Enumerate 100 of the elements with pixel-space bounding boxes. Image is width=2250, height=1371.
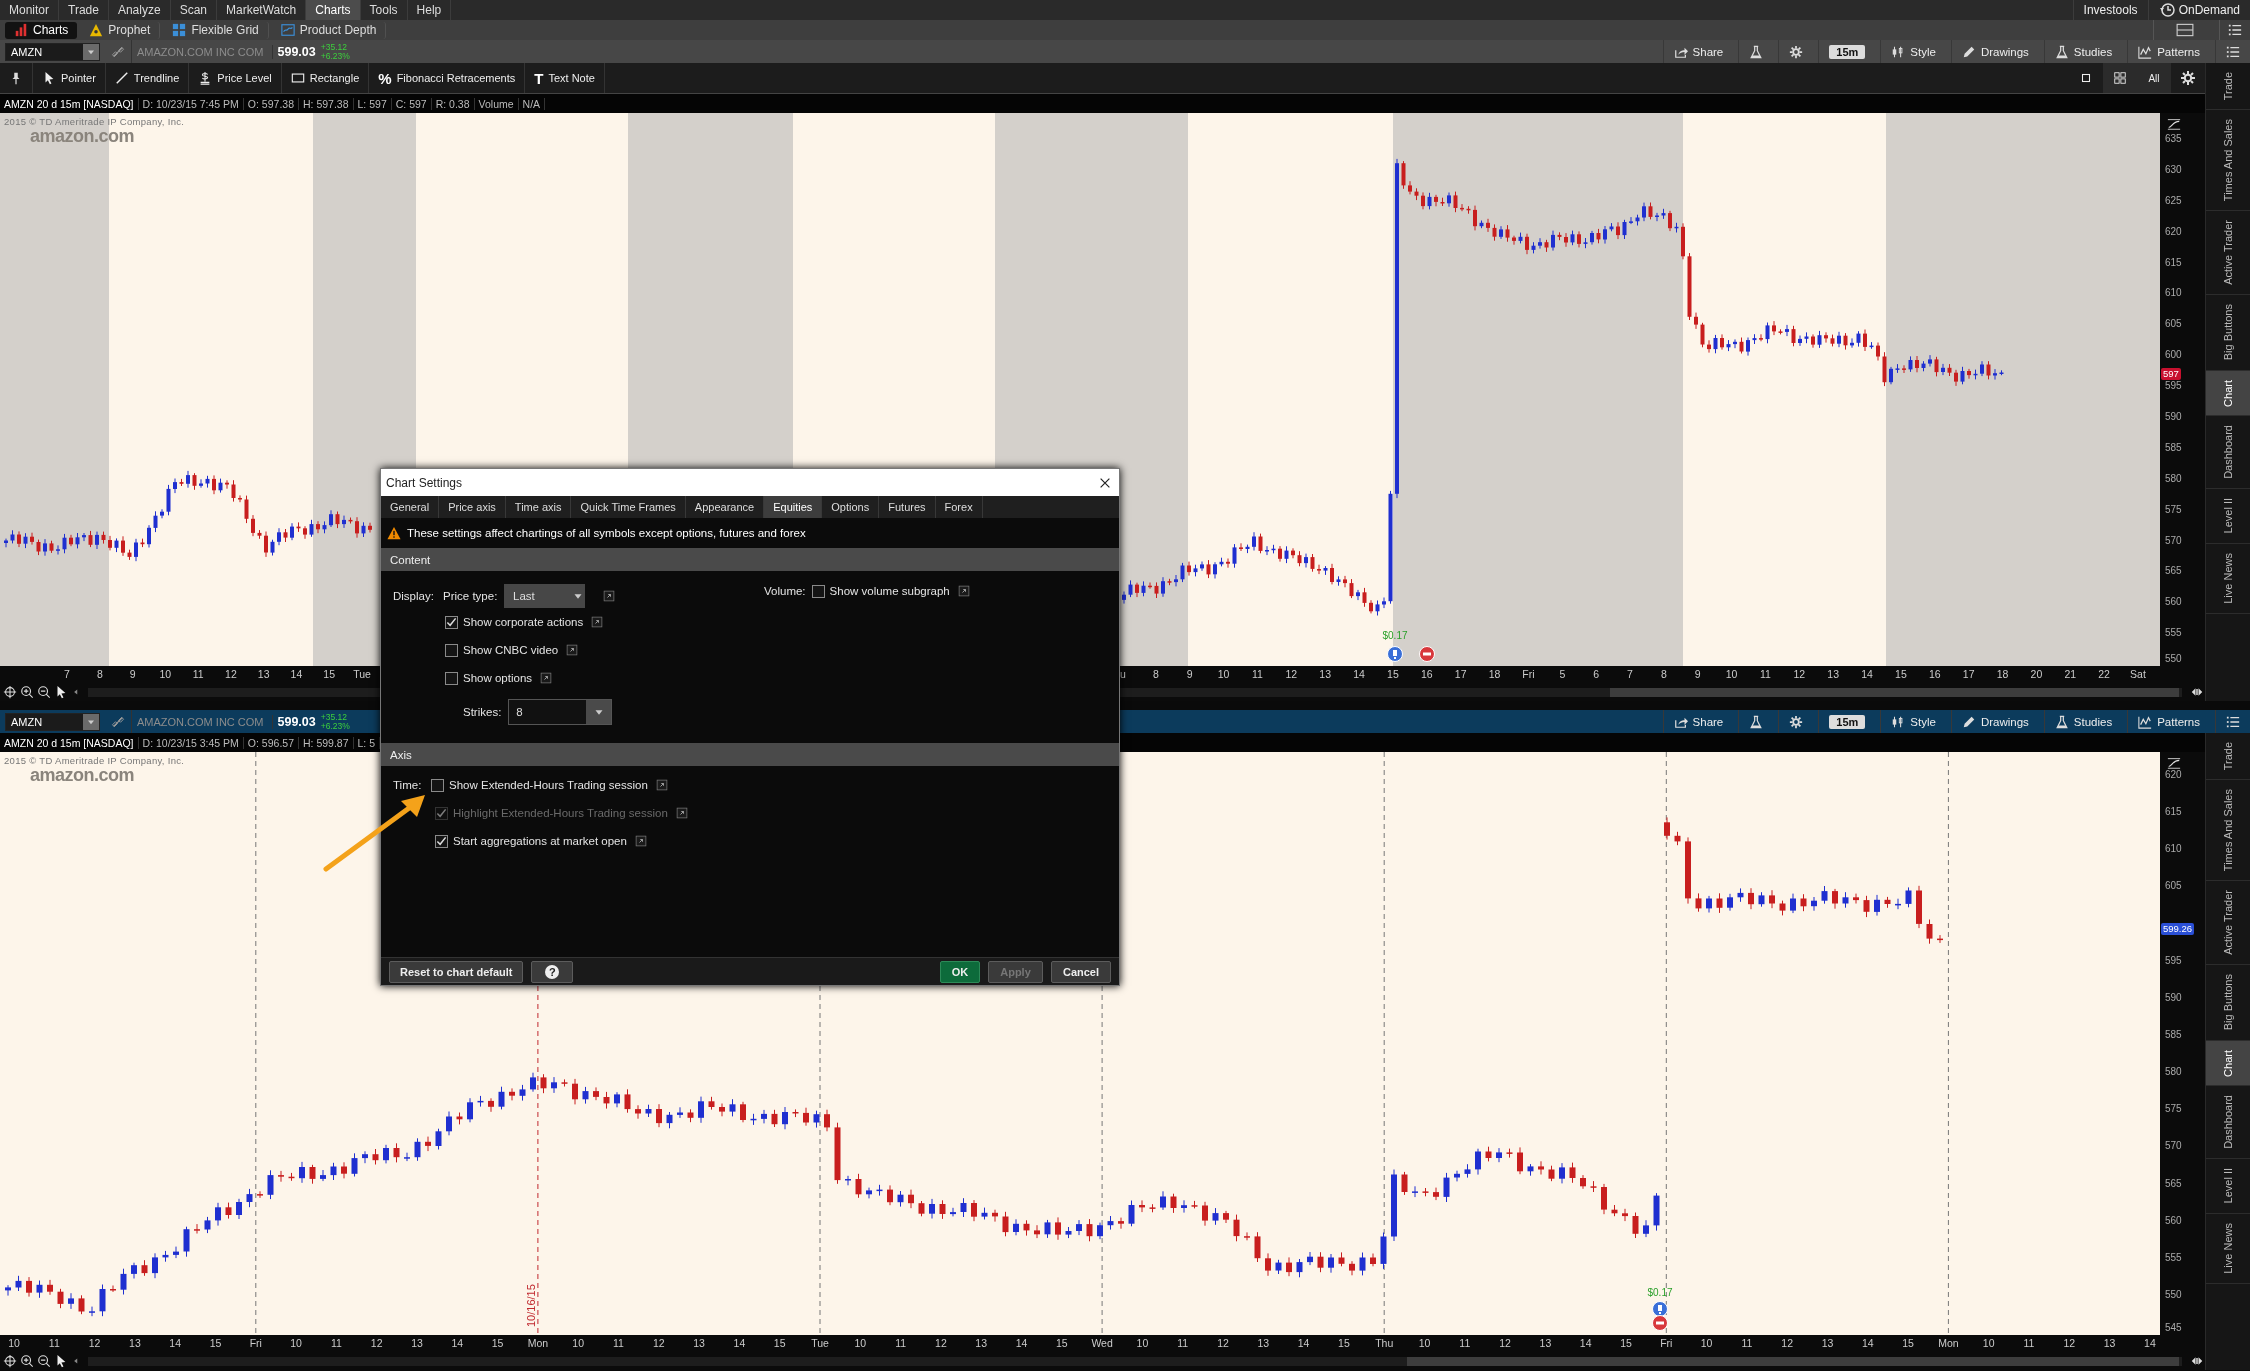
side-tab[interactable]: Level II <box>2206 489 2250 544</box>
tab[interactable]: Futures <box>879 496 936 518</box>
all-button[interactable]: All <box>2148 72 2160 84</box>
timeframe-button[interactable]: 15m <box>1829 44 1866 59</box>
timeframe-button[interactable]: 15m <box>1829 714 1866 729</box>
axis-label: 12 <box>935 1337 947 1349</box>
drawing-tool[interactable]: Rectangle <box>281 63 370 93</box>
axis-label: 16 <box>1420 668 1433 680</box>
side-tab[interactable]: Dashboard <box>2206 416 2250 490</box>
tab[interactable]: Options <box>822 496 880 518</box>
section-header: Content <box>381 548 1119 571</box>
side-tab[interactable]: Dashboard <box>2206 1086 2250 1160</box>
axis-label: Mon <box>1938 1337 1959 1349</box>
price-type-dropdown[interactable]: Last <box>504 584 585 608</box>
axis-label: 11 <box>48 1337 60 1349</box>
axis-label: 565 <box>2165 1177 2182 1190</box>
symbol-field[interactable]: AMZN <box>5 712 100 731</box>
axis-label: Fri <box>1522 668 1535 680</box>
axis-label: Sat <box>2130 668 2146 680</box>
tab[interactable]: Time axis <box>505 496 572 518</box>
tab[interactable]: General <box>381 496 440 518</box>
axis-label: 14 <box>1861 1337 1874 1349</box>
dividend-label: $0.17 <box>1382 630 1408 641</box>
info-field: H: 597.38 <box>299 97 354 110</box>
side-tab[interactable]: Times And Sales <box>2206 110 2250 212</box>
reset-button[interactable]: Reset to chart default <box>389 960 524 983</box>
drawing-tool[interactable]: Pointer <box>33 63 106 93</box>
side-tab[interactable]: Chart <box>2206 370 2250 417</box>
side-tab[interactable]: Chart <box>2206 1040 2250 1087</box>
info-field: AMZN 20 d 15m [NASDAQ] <box>0 97 139 110</box>
last-price: 599.03 <box>271 714 316 729</box>
axis-label: 13 <box>411 1337 423 1349</box>
axis-label: 610 <box>2165 843 2182 856</box>
net-change: +35.12 <box>320 712 348 722</box>
date-label: 10/16/15 <box>524 1284 537 1327</box>
strikes-dropdown[interactable]: 8 <box>508 699 613 725</box>
axis-label: 10 <box>854 1337 867 1349</box>
side-tab[interactable]: Trade <box>2206 63 2250 111</box>
axis-label: 10 <box>1217 668 1230 680</box>
drawing-tool[interactable]: Price Level <box>189 63 282 93</box>
axis-label: 14 <box>1297 1337 1310 1349</box>
drawing-tool[interactable]: T Text Note <box>525 63 605 93</box>
axis-label: Thu <box>1375 1337 1394 1349</box>
axis-label: 11 <box>192 668 204 680</box>
cancel-button[interactable]: Cancel <box>1051 960 1111 983</box>
axis-label: 580 <box>2165 1066 2182 1079</box>
axis-label: 600 <box>2165 349 2182 362</box>
tab[interactable]: Forex <box>935 496 983 518</box>
axis-label: 6 <box>1593 668 1599 680</box>
field-label: Display: <box>393 590 435 602</box>
field-label: Volume: <box>764 585 806 597</box>
checkbox-label: Show CNBC video <box>463 644 559 656</box>
axis-label: 565 <box>2165 565 2182 578</box>
drawing-tool[interactable]: Trendline <box>105 63 190 93</box>
tab[interactable]: Charts <box>5 21 78 39</box>
side-tab[interactable]: Times And Sales <box>2206 780 2250 882</box>
info-field: AMZN 20 d 15m [NASDAQ] <box>0 736 139 749</box>
axis-label: 10 <box>159 668 172 680</box>
tab[interactable]: Product Depth <box>271 21 387 39</box>
axis-label: 10 <box>1725 668 1738 680</box>
tab[interactable]: Price axis <box>439 496 506 518</box>
axis-label: 11 <box>2023 1337 2035 1349</box>
info-field: R: 0.38 <box>431 97 475 110</box>
axis-label: 18 <box>1488 668 1501 680</box>
axis-label: 13 <box>129 1337 141 1349</box>
tab[interactable]: Flexible Grid <box>163 21 269 39</box>
axis-label: 13 <box>1257 1337 1270 1349</box>
dialog-title: Chart Settings <box>386 475 463 490</box>
axis-label: 635 <box>2165 133 2182 145</box>
side-tab[interactable]: Level II <box>2206 1159 2250 1214</box>
side-tab[interactable]: Big Buttons <box>2206 295 2250 371</box>
menu-item[interactable]: Charts <box>306 0 361 20</box>
tab[interactable]: Equities <box>764 496 823 518</box>
tab[interactable]: Prophet <box>80 21 161 39</box>
axis-label: 10 <box>8 1337 20 1349</box>
axis-label: 11 <box>1459 1337 1471 1349</box>
axis-label: 16 <box>1928 668 1941 680</box>
info-field: O: 596.57 <box>243 736 299 749</box>
help-button[interactable]: ? <box>531 960 574 983</box>
axis-label: 11 <box>1252 668 1263 680</box>
company-logo: amazon.com <box>30 765 135 786</box>
axis-label: 14 <box>1015 1337 1028 1349</box>
side-tab[interactable]: Big Buttons <box>2206 965 2250 1041</box>
axis-label: 12 <box>1217 1337 1229 1349</box>
side-tab[interactable]: Live News <box>2206 543 2250 614</box>
side-tab[interactable]: Active Trader <box>2206 211 2250 296</box>
axis-label: 15 <box>773 1337 786 1349</box>
tab[interactable]: Quick Time Frames <box>571 496 686 518</box>
drawing-tool[interactable]: % Fibonacci Retracements <box>369 63 526 93</box>
ok-button[interactable]: OK <box>940 960 980 983</box>
side-tab[interactable]: Active Trader <box>2206 881 2250 966</box>
symbol-field[interactable]: AMZN <box>5 42 100 61</box>
axis-label: 560 <box>2165 596 2182 609</box>
axis-label: 15 <box>323 668 336 680</box>
side-tab[interactable]: Trade <box>2206 733 2250 781</box>
axis-label: 575 <box>2165 503 2182 516</box>
axis-label: 21 <box>2064 668 2077 680</box>
axis-label: 10 <box>572 1337 585 1349</box>
side-tab[interactable]: Live News <box>2206 1213 2250 1284</box>
axis-label: 595 <box>2165 954 2182 967</box>
